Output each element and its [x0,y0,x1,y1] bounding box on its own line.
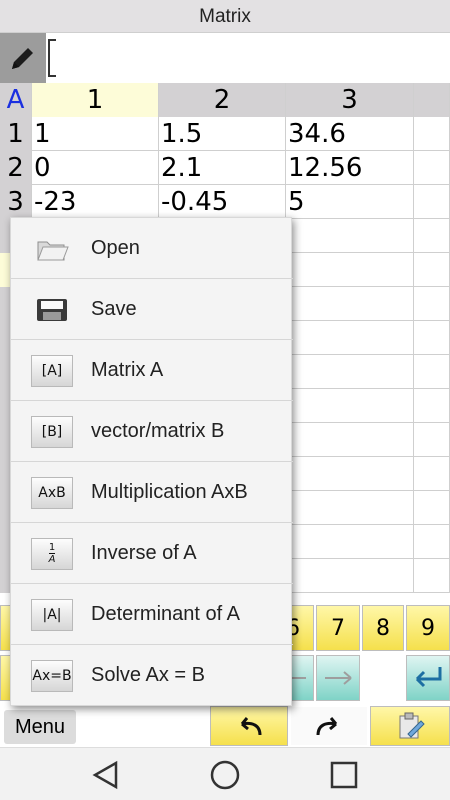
table-cell[interactable] [414,287,450,321]
table-cell[interactable]: 5 [286,185,414,219]
column-header-2[interactable]: 2 [159,83,286,117]
cursor-right-key[interactable] [316,655,360,701]
menu-item-label: Inverse of A [91,542,197,564]
menu-item-label: Open [91,237,140,259]
menu-button[interactable]: Menu [4,710,76,744]
table-cell[interactable]: 12.56 [286,151,414,185]
undo-button[interactable] [210,706,288,746]
menu-item-matrix-b[interactable]: [B] vector/matrix B [11,401,293,462]
menu-item-label: Multiplication AxB [91,481,248,503]
menu-item-determinant[interactable]: |A| Determinant of A [11,584,293,645]
table-cell[interactable] [414,525,450,559]
solve-icon: Ax=B [31,660,73,692]
edit-button[interactable] [0,33,46,83]
table-cell[interactable] [414,321,450,355]
column-header-row: A 1 2 3 [0,83,450,117]
table-cell[interactable] [414,559,450,593]
table-cell[interactable] [414,185,450,219]
home-icon[interactable] [209,759,241,791]
table-cell[interactable] [286,253,414,287]
table-cell[interactable] [286,559,414,593]
column-header-4[interactable] [414,83,450,117]
key-7[interactable]: 7 [316,605,360,651]
table-cell[interactable] [414,151,450,185]
table-cell[interactable] [286,219,414,253]
redo-icon [316,717,338,736]
menu-item-label: Matrix A [91,359,164,381]
table-row: 1 1 1.5 34.6 [0,117,450,151]
table-cell[interactable] [414,423,450,457]
context-menu: Open Save [A] Matrix A [B] vector/matrix… [10,217,293,706]
table-cell[interactable] [414,389,450,423]
enter-key[interactable] [406,655,450,701]
enter-icon [415,667,442,688]
menu-item-label: Solve Ax = B [91,664,205,686]
floppy-disk-icon [31,294,73,326]
table-cell[interactable] [286,423,414,457]
menu-item-save[interactable]: Save [11,279,293,340]
row-header[interactable]: 1 [0,117,32,151]
table-cell[interactable] [414,117,450,151]
table-row: 3 -23 -0.45 5 [0,185,450,219]
menu-item-inverse[interactable]: 1A Inverse of A [11,523,293,584]
column-header-3[interactable]: 3 [286,83,414,117]
paste-button[interactable] [370,706,450,746]
inverse-icon: 1A [31,538,73,570]
folder-icon [31,233,73,265]
text-cursor[interactable] [48,39,56,77]
clipboard-icon [399,712,425,739]
table-cell[interactable] [414,253,450,287]
table-cell[interactable] [286,321,414,355]
menu-item-open[interactable]: Open [11,218,293,279]
recents-icon[interactable] [329,760,359,790]
multiply-icon: AxB [31,477,73,509]
row-header[interactable]: 2 [0,151,32,185]
redo-button[interactable] [290,706,368,746]
matrix-b-icon: [B] [31,416,73,448]
system-nav-bar [0,747,450,800]
table-cell[interactable]: 0 [32,151,159,185]
table-cell[interactable] [286,491,414,525]
app-title: Matrix [0,0,450,33]
pencil-icon [12,48,33,69]
table-cell[interactable]: 2.1 [159,151,286,185]
table-cell[interactable]: -0.45 [159,185,286,219]
key-9[interactable]: 9 [406,605,450,651]
table-cell[interactable]: 1.5 [159,117,286,151]
menu-item-solve[interactable]: Ax=B Solve Ax = B [11,645,293,706]
back-icon[interactable] [90,760,122,790]
menu-item-matrix-a[interactable]: [A] Matrix A [11,340,293,401]
determinant-icon: |A| [31,599,73,631]
matrix-name-cell[interactable]: A [0,83,32,117]
table-cell[interactable] [414,219,450,253]
matrix-a-icon: [A] [31,355,73,387]
arrow-right-icon [325,671,352,685]
key-8[interactable]: 8 [362,605,404,651]
table-cell[interactable] [414,457,450,491]
table-cell[interactable]: 34.6 [286,117,414,151]
table-cell[interactable] [286,287,414,321]
menu-item-label: vector/matrix B [91,420,225,442]
table-cell[interactable] [414,355,450,389]
menu-item-label: Save [91,298,137,320]
menu-item-label: Determinant of A [91,603,240,625]
table-cell[interactable] [286,525,414,559]
undo-icon [240,717,262,736]
table-row: 2 0 2.1 12.56 [0,151,450,185]
table-cell[interactable] [286,457,414,491]
column-header-1[interactable]: 1 [32,83,159,117]
table-cell[interactable] [286,355,414,389]
table-cell[interactable] [286,389,414,423]
formula-bar [0,33,450,83]
table-cell[interactable] [414,491,450,525]
menu-item-multiplication[interactable]: AxB Multiplication AxB [11,462,293,523]
table-cell[interactable]: -23 [32,185,159,219]
table-cell[interactable]: 1 [32,117,159,151]
row-header[interactable]: 3 [0,185,32,219]
